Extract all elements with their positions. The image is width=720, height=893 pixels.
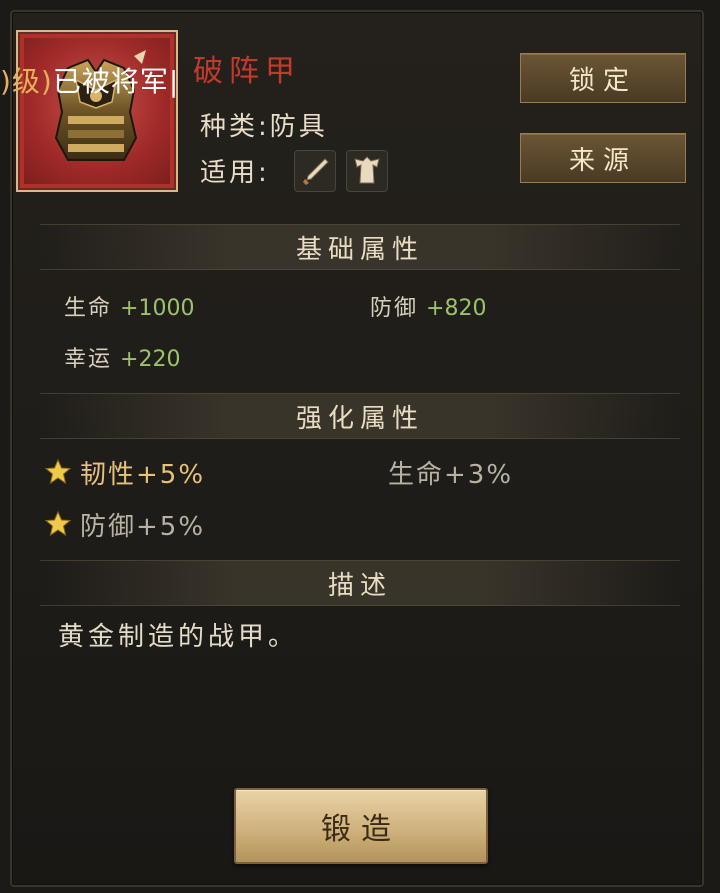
stat-value: +1000 <box>120 296 195 321</box>
description-header: 描述 <box>40 560 680 606</box>
base-attributes-header: 基础属性 <box>40 224 680 270</box>
stat-label: 幸运 <box>64 347 113 372</box>
source-button[interactable]: 来源 <box>520 133 686 183</box>
robe-icon[interactable] <box>346 150 388 192</box>
overlay-notice-text: )级)已被将军| <box>0 60 179 100</box>
overlay-level-text: )级) <box>0 65 53 98</box>
item-apply-label: 适用: <box>200 158 270 188</box>
sword-icon[interactable] <box>294 150 336 192</box>
lock-button[interactable]: 锁定 <box>520 53 686 103</box>
star-icon <box>44 510 72 537</box>
item-type: 种类:防具 <box>200 112 328 142</box>
enhanced-attributes-header: 强化属性 <box>40 393 680 439</box>
enhanced-stat-hp: 生命+3% <box>388 460 514 490</box>
stat-label: 生命 <box>64 296 113 321</box>
forge-button[interactable]: 锻造 <box>234 788 488 864</box>
overlay-status-text: 已被将军| <box>52 65 180 98</box>
stat-defense: 防御 +820 <box>370 290 486 322</box>
item-name: 破阵甲 <box>193 54 301 89</box>
description-text: 黄金制造的战甲。 <box>58 622 299 652</box>
enhanced-stat-defense: 防御+5% <box>80 512 206 542</box>
stat-value: +820 <box>426 296 487 321</box>
enhanced-stat-toughness: 韧性+5% <box>80 460 206 490</box>
stat-luck: 幸运 +220 <box>64 341 180 373</box>
star-icon <box>44 458 72 485</box>
stat-hp: 生命 +1000 <box>64 290 194 322</box>
stat-label: 防御 <box>370 296 419 321</box>
item-icon-frame[interactable] <box>16 30 178 192</box>
stat-value: +220 <box>120 347 181 372</box>
